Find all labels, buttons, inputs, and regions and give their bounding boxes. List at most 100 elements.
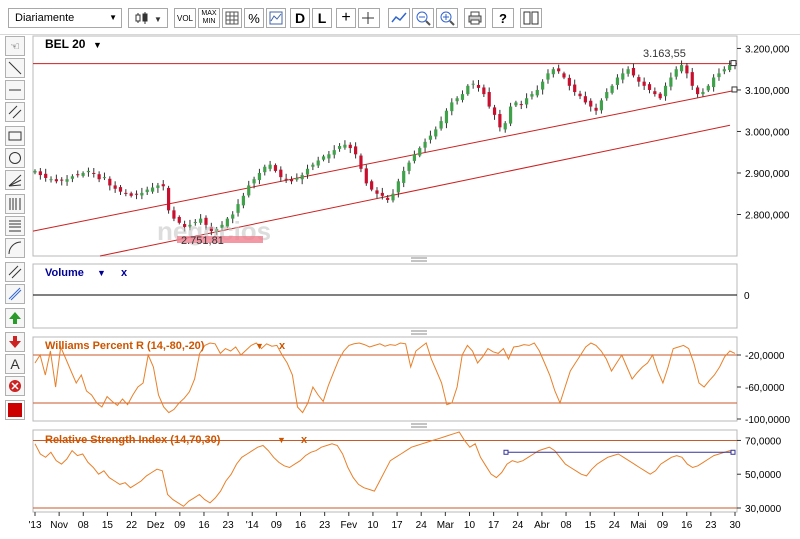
date-tick-label: 22 [126,520,138,531]
candle-body [38,171,42,176]
candle-body [487,92,491,107]
candle-body [33,170,37,173]
date-tick-label: '13 [28,520,41,531]
candle-body [674,69,678,77]
date-tick-label: 09 [174,520,186,531]
candle-body [583,96,587,103]
williams-close-icon[interactable]: x [279,340,286,352]
rsi-line-handle[interactable] [503,449,509,455]
candle-body [332,150,336,155]
date-tick-label: 23 [319,520,331,531]
candle-body [455,98,459,102]
price-tick-label: 3.000,000 [745,127,790,138]
candle-body [567,77,571,86]
candle-body [284,178,288,180]
candle-body [717,73,721,78]
candle-body [642,81,646,86]
candle-body [476,84,481,88]
candle-body [145,189,149,193]
price-tick-label: 2.900,000 [745,169,790,180]
channel-handle[interactable] [731,86,738,93]
candle-body [466,85,470,95]
date-tick-label: Mar [437,520,455,531]
date-tick-label: 08 [560,520,572,531]
candle-body [273,165,278,171]
candle-body [605,92,609,99]
volume-ytick: 0 [744,291,750,302]
volume-close-icon[interactable]: x [121,267,128,279]
candle-body [380,192,384,196]
instrument-title[interactable]: BEL 20 [45,37,86,51]
williams-y-axis: -20,0000 -60,0000 -100,0000 [737,351,790,426]
candle-body [439,121,443,129]
candle-body [669,77,673,87]
candle-body [156,185,160,188]
candle-body [626,69,630,74]
candle-body [615,77,620,85]
williams-dropdown-icon[interactable]: ▼ [255,341,264,351]
candle-body [354,146,358,155]
candle-body [375,190,379,194]
candle-body [386,197,390,200]
candle-body [637,77,641,82]
candle-body [113,185,117,189]
last-price-handle[interactable] [730,60,737,67]
candle-body [418,148,422,156]
candle-body [679,65,684,72]
candle-body [236,204,240,213]
candle-body [450,102,454,112]
volume-dropdown-icon[interactable]: ▼ [97,268,106,278]
candle-body [530,94,534,97]
candle-body [546,73,550,80]
instrument-dropdown-icon[interactable]: ▼ [93,40,102,50]
candle-body [295,177,299,180]
candle-body [460,94,465,100]
date-tick-label: 10 [367,520,379,531]
candle-body [695,87,700,95]
date-tick-label: 09 [271,520,283,531]
volume-panel[interactable] [32,263,738,329]
candle-body [557,68,561,72]
date-tick-label: Nov [50,520,68,531]
date-tick-label: 24 [609,520,621,531]
candle-body [535,89,539,96]
date-tick-label: 17 [392,520,404,531]
rsi-dropdown-icon[interactable]: ▼ [277,435,286,445]
candle-body [407,162,411,171]
candle-body [65,179,69,182]
candle-body [492,107,497,115]
candle-body [129,193,133,196]
candle-body [589,100,593,107]
candle-body [599,100,604,111]
date-tick-label: 15 [585,520,597,531]
candle-body [434,129,438,137]
price-y-axis: 3.200,000 3.100,000 3.000,000 2.900,000 2.80… [730,44,790,221]
candle-body [60,179,64,181]
date-tick-label: 17 [488,520,500,531]
candle-body [701,92,705,95]
candle-body [257,172,262,181]
rsi-close-icon[interactable]: x [301,434,308,446]
candle-body [594,107,598,111]
candle-body [49,179,53,181]
candle-body [402,170,406,183]
date-tick-label: 16 [295,520,307,531]
date-tick-label: 10 [464,520,476,531]
rsi-tick-label: 30,0000 [745,504,782,515]
candle-body [118,187,123,192]
date-tick-label: 24 [512,520,524,531]
annotation-high: 3.163,55 [643,48,686,60]
candle-body [86,170,91,173]
candle-body [150,187,155,192]
candle-body [134,193,139,195]
candle-body [519,104,523,106]
candle-body [343,144,347,148]
candle-body [327,154,331,159]
rsi-line-handle[interactable] [730,449,736,455]
volume-title[interactable]: Volume [45,267,84,279]
rsi-title[interactable]: Relative Strength Index (14,70,30) [45,434,221,446]
candle-body [391,193,395,201]
date-tick-label: Fev [340,520,357,531]
rsi-tick-label: 70,0000 [745,436,782,447]
williams-title[interactable]: Williams Percent R (14,-80,-20) [45,340,205,352]
